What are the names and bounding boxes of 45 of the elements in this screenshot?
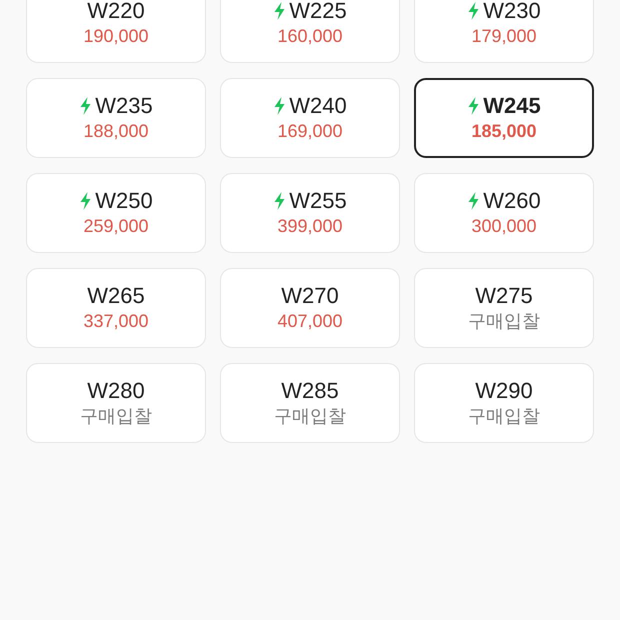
size-option[interactable]: W285 구매입찰 [220,363,400,443]
bid-label: 구매입찰 [274,405,346,428]
price-label: 188,000 [83,120,149,143]
size-label: W220 [87,0,145,24]
size-option[interactable]: W270 407,000 [220,268,400,348]
size-label: W240 [289,93,347,119]
size-option[interactable]: W255 399,000 [220,173,400,253]
bid-label: 구매입찰 [80,405,152,428]
size-label: W290 [475,378,533,404]
size-option[interactable]: W235 188,000 [26,78,206,158]
size-option[interactable]: W260 300,000 [414,173,594,253]
price-label: 300,000 [471,215,537,238]
size-option[interactable]: W220 190,000 [26,0,206,63]
size-option[interactable]: W275 구매입찰 [414,268,594,348]
size-label: W265 [87,283,145,309]
size-label: W250 [95,188,153,214]
size-label: W225 [289,0,347,24]
price-label: 399,000 [277,215,343,238]
price-label: 179,000 [471,25,537,48]
size-option[interactable]: W230 179,000 [414,0,594,63]
price-label: 407,000 [277,310,343,333]
price-label: 160,000 [277,25,343,48]
bid-label: 구매입찰 [468,310,540,333]
size-label: W280 [87,378,145,404]
bid-label: 구매입찰 [468,405,540,428]
size-label: W270 [281,283,339,309]
size-label: W285 [281,378,339,404]
size-label: W260 [483,188,541,214]
size-label: W245 [483,93,541,119]
price-label: 169,000 [277,120,343,143]
size-option[interactable]: W265 337,000 [26,268,206,348]
price-label: 190,000 [83,25,149,48]
size-option[interactable]: W225 160,000 [220,0,400,63]
size-option[interactable]: W280 구매입찰 [26,363,206,443]
size-option[interactable]: W250 259,000 [26,173,206,253]
price-label: 185,000 [471,120,537,143]
size-label: W275 [475,283,533,309]
price-label: 337,000 [83,310,149,333]
size-option[interactable]: W290 구매입찰 [414,363,594,443]
price-label: 259,000 [83,215,149,238]
size-label: W230 [483,0,541,24]
size-label: W235 [95,93,153,119]
size-option[interactable]: W245 185,000 [414,78,594,158]
size-option[interactable]: W240 169,000 [220,78,400,158]
size-label: W255 [289,188,347,214]
